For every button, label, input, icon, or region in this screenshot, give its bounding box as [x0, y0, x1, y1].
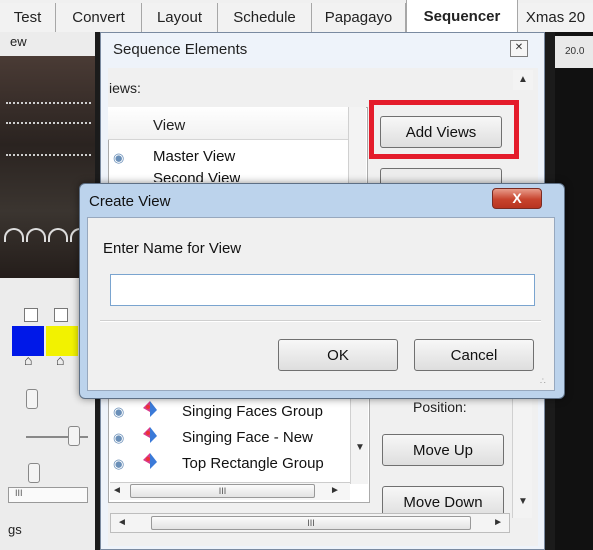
lock-icon[interactable]: ⌂ [24, 352, 32, 368]
list-item[interactable]: Master View [153, 148, 235, 165]
scroll-right-icon[interactable]: ► [330, 485, 340, 496]
scroll-up-icon[interactable]: ▲ [513, 70, 533, 90]
list-item[interactable]: Singing Faces Group [182, 403, 323, 420]
elements-list-scrollbar[interactable]: ▼ [350, 388, 368, 484]
tab-sequencer[interactable]: Sequencer [406, 0, 518, 33]
position-label: Position: [413, 399, 467, 415]
left-checkbox-2[interactable] [54, 308, 68, 322]
singing-face-icon [143, 401, 157, 417]
left-panel-title: ew [10, 34, 27, 49]
singing-face-icon [143, 453, 157, 469]
light-string [6, 102, 91, 104]
left-scrollbar[interactable]: III [8, 487, 88, 503]
list-item[interactable]: Singing Face - New [182, 429, 313, 446]
list-item[interactable]: Top Rectangle Group [182, 455, 324, 472]
eye-icon[interactable]: ◉ [113, 404, 124, 420]
scroll-down-icon[interactable]: ▼ [355, 442, 365, 453]
highlight-box [369, 100, 519, 159]
lock-icon[interactable]: ⌂ [56, 352, 64, 368]
tab-test[interactable]: Test [0, 3, 56, 32]
light-string [6, 154, 91, 156]
slider-thumb[interactable] [26, 389, 38, 409]
view-name-input[interactable] [110, 274, 535, 306]
singing-face-icon [143, 427, 157, 443]
scroll-left-icon[interactable]: ◄ [112, 485, 122, 496]
tab-schedule[interactable]: Schedule [218, 3, 312, 32]
scroll-down-icon[interactable]: ▼ [518, 496, 528, 507]
list-item[interactable]: Second View [153, 170, 240, 182]
light-arch [4, 228, 24, 242]
dialog-horizontal-scrollbar[interactable]: ◄ III ► [110, 513, 510, 533]
views-column-header[interactable] [108, 107, 348, 140]
cancel-button[interactable]: Cancel [414, 339, 534, 371]
eye-icon[interactable]: ◉ [113, 150, 124, 166]
scroll-left-icon[interactable]: ◄ [117, 517, 127, 528]
light-arch [26, 228, 46, 242]
ok-button[interactable]: OK [278, 339, 398, 371]
eye-icon[interactable]: ◉ [113, 430, 124, 446]
tab-xmas[interactable]: Xmas 20 [518, 3, 593, 32]
resize-grip-icon[interactable]: ∴ [540, 376, 546, 387]
close-button[interactable]: X [492, 188, 542, 209]
slider-thumb[interactable] [28, 463, 40, 483]
dialog-vertical-scrollbar[interactable]: ▼ [512, 388, 532, 518]
divider [100, 320, 541, 322]
tab-layout[interactable]: Layout [142, 3, 218, 32]
timeline-ruler: 20.0 [555, 36, 593, 68]
tab-convert[interactable]: Convert [56, 3, 142, 32]
create-view-prompt: Enter Name for View [103, 240, 242, 257]
close-icon[interactable]: ✕ [510, 40, 528, 57]
scrollbar-thumb[interactable]: III [151, 516, 471, 530]
left-checkbox-1[interactable] [24, 308, 38, 322]
views-list-scrollbar[interactable] [348, 107, 366, 187]
top-tab-bar: Test Convert Layout Schedule Papagayo Se… [0, 0, 593, 33]
tab-papagayo[interactable]: Papagayo [312, 3, 406, 32]
light-string [6, 122, 91, 124]
views-label: iews: [109, 80, 141, 96]
light-arch [48, 228, 68, 242]
sequence-elements-title: Sequence Elements [113, 41, 248, 58]
left-bottom-label: gs [8, 522, 22, 537]
scrollbar-thumb[interactable]: III [130, 484, 315, 498]
views-column-header-label: View [153, 117, 186, 134]
scroll-right-icon[interactable]: ► [493, 517, 503, 528]
eye-icon[interactable]: ◉ [113, 456, 124, 472]
create-view-title: Create View [89, 193, 171, 210]
slider-thumb[interactable] [68, 426, 80, 446]
move-up-button[interactable]: Move Up [382, 434, 504, 466]
